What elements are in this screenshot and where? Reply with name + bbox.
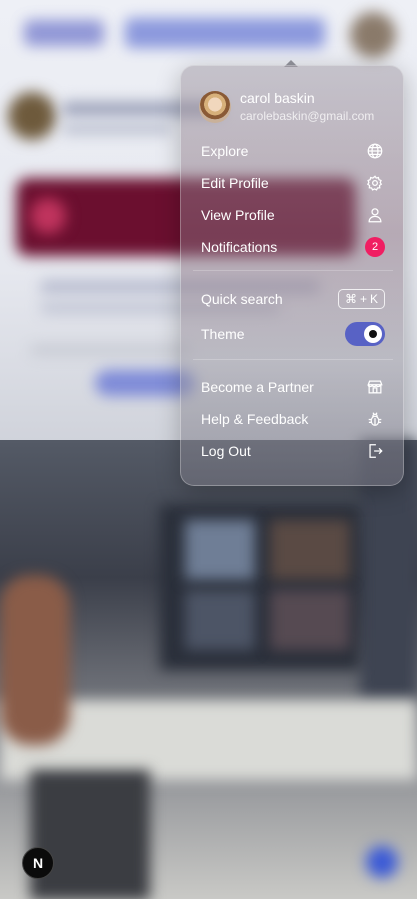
menu-item-label: Help & Feedback: [201, 411, 309, 427]
user-dropdown-menu: carol baskin carolebaskin@gmail.com Expl…: [180, 65, 404, 486]
store-icon: [365, 377, 385, 397]
logout-icon: [365, 441, 385, 461]
notification-count-badge: 2: [365, 237, 385, 257]
moon-icon: [369, 330, 377, 338]
blurred-chair: [30, 770, 150, 899]
badge-letter: N: [32, 855, 44, 871]
blurred-text-line: [62, 124, 172, 134]
blurred-avatar: [8, 92, 56, 140]
blurred-video-tile: [185, 590, 255, 650]
command-key-icon: ⌘: [344, 292, 357, 306]
menu-item-notifications[interactable]: Notifications 2: [201, 235, 385, 259]
gear-icon: [365, 173, 385, 193]
menu-item-view-profile[interactable]: View Profile: [201, 203, 385, 227]
menu-divider: [193, 270, 393, 271]
user-info: carol baskin carolebaskin@gmail.com: [240, 90, 374, 124]
menu-item-become-partner[interactable]: Become a Partner: [201, 375, 385, 399]
menu-item-edit-profile[interactable]: Edit Profile: [201, 171, 385, 195]
menu-item-explore[interactable]: Explore: [201, 139, 385, 163]
blurred-video-tile: [185, 520, 255, 580]
menu-item-help-feedback[interactable]: Help & Feedback: [201, 407, 385, 431]
blurred-card-icon: [30, 198, 66, 234]
bug-icon: [365, 409, 385, 429]
menu-item-label: Quick search: [201, 291, 283, 307]
menu-item-label: View Profile: [201, 207, 275, 223]
menu-item-label: Theme: [201, 326, 245, 342]
menu-item-label: Edit Profile: [201, 175, 269, 191]
menu-item-theme: Theme: [201, 322, 385, 346]
menu-item-log-out[interactable]: Log Out: [201, 439, 385, 463]
menu-item-label: Become a Partner: [201, 379, 314, 395]
blurred-fab: [366, 846, 398, 878]
shortcut-plus: +: [359, 292, 367, 306]
dev-tools-badge[interactable]: N: [22, 847, 54, 879]
blurred-video-tile: [270, 590, 350, 650]
user-name: carol baskin: [240, 90, 315, 106]
blurred-logo: [24, 20, 104, 46]
toggle-knob: [364, 325, 382, 343]
blurred-header-title: [125, 18, 325, 48]
user-icon: [365, 205, 385, 225]
blurred-header-avatar: [350, 12, 396, 58]
theme-toggle[interactable]: [345, 322, 385, 346]
menu-item-quick-search[interactable]: Quick search ⌘ + K: [201, 287, 385, 311]
blurred-person: [0, 575, 70, 745]
user-avatar: [199, 91, 231, 123]
menu-item-label: Notifications: [201, 239, 278, 255]
user-email: carolebaskin@gmail.com: [240, 109, 375, 123]
keyboard-shortcut: ⌘ + K: [337, 289, 385, 309]
menu-divider: [193, 359, 393, 360]
blurred-video-tile: [270, 520, 350, 580]
menu-item-label: Log Out: [201, 443, 251, 459]
user-profile-header: carol baskin carolebaskin@gmail.com: [199, 90, 374, 124]
globe-icon: [365, 141, 385, 161]
menu-item-label: Explore: [201, 143, 249, 159]
shortcut-key: K: [369, 292, 378, 306]
blurred-text-line: [30, 345, 190, 355]
